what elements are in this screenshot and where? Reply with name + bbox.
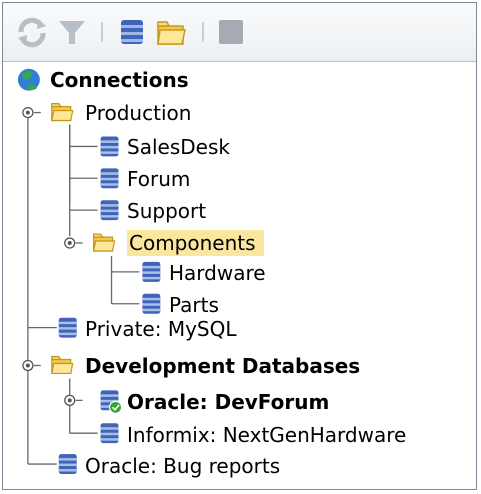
expand-toggle-icon (22, 106, 34, 119)
tree-item-oracle-devforum[interactable]: Oracle: DevForum (127, 389, 329, 415)
tree-item-private-mysql[interactable]: Private: MySQL (85, 316, 237, 342)
tree-item-informix-nextgenhardware[interactable]: Informix: NextGenHardware (127, 422, 406, 448)
connections-panel: Connections Production SalesDesk Forum S… (2, 2, 477, 490)
globe-icon (17, 68, 40, 91)
folder-icon (51, 103, 74, 122)
folder-icon (51, 355, 74, 375)
tree-item-oracle-bug-reports[interactable]: Oracle: Bug reports (85, 453, 280, 479)
expand-toggle-icon (22, 359, 34, 372)
tree-item-components[interactable]: Components (127, 230, 264, 256)
tree-item-parts[interactable]: Parts (169, 292, 219, 318)
tree-item-forum[interactable]: Forum (127, 166, 190, 192)
connected-database-icon (100, 390, 123, 414)
expand-toggle-icon (64, 394, 76, 406)
expand-toggle-icon (64, 237, 76, 249)
database-icon (58, 317, 77, 338)
database-icon (100, 423, 119, 444)
database-icon (58, 454, 77, 475)
database-icon (100, 136, 119, 157)
database-icon (142, 293, 161, 314)
tree-item-support[interactable]: Support (127, 198, 206, 224)
database-icon (100, 168, 119, 189)
tree-item-hardware[interactable]: Hardware (169, 260, 266, 286)
folder-icon (93, 233, 116, 252)
database-icon (100, 200, 119, 221)
tree-item-development-databases[interactable]: Development Databases (85, 353, 360, 379)
database-icon (142, 261, 161, 282)
tree-item-production[interactable]: Production (85, 100, 191, 126)
tree-item-salesdesk[interactable]: SalesDesk (127, 134, 230, 160)
tree-root-connections[interactable]: Connections (50, 67, 189, 93)
